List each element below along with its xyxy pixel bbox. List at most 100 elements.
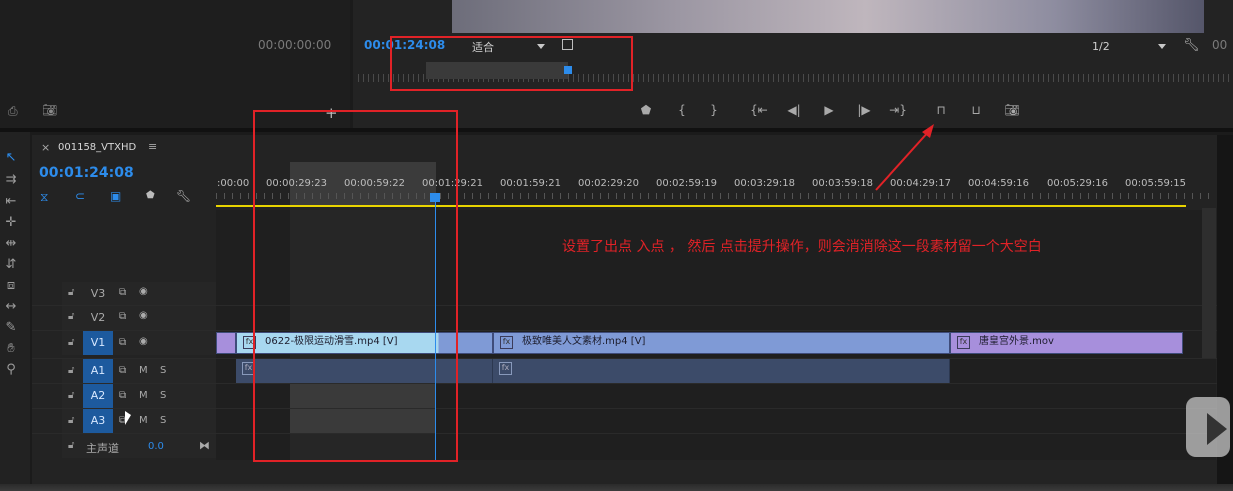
timeline-timecode[interactable]: 00:01:24:08 — [39, 165, 134, 181]
lock-icon[interactable]: 🔓︎ — [68, 415, 74, 426]
track-select-tool-icon[interactable]: ⇉ — [2, 172, 20, 187]
ruler-tick: 00:03:59:18 — [812, 178, 874, 189]
lock-icon[interactable]: 🔓︎ — [68, 440, 74, 451]
fx-badge-icon: fx — [500, 336, 513, 349]
sync-lock-icon[interactable]: ⧉ — [119, 390, 126, 401]
play-icon[interactable]: ▶ — [820, 103, 838, 117]
video-clip[interactable]: fx 唐皇宫外景.mov — [950, 332, 1183, 354]
pen-tool-icon[interactable]: ✎ — [2, 320, 20, 335]
track-divider — [32, 408, 1217, 409]
solo-button[interactable]: S — [160, 390, 166, 401]
ruler-tick: 00:01:59:21 — [500, 178, 562, 189]
bottom-edge — [0, 484, 1233, 491]
clip-label: 极致唯美人文素材.mp4 [V] — [522, 336, 646, 347]
go-to-end-icon[interactable]: ⧓ — [199, 439, 210, 452]
track-divider — [32, 433, 1217, 434]
master-volume-value[interactable]: 0.0 — [148, 441, 164, 452]
track-name-a2[interactable]: A2 — [83, 384, 113, 408]
clip-label: 唐皇宫外景.mov — [979, 336, 1054, 347]
video-clip[interactable] — [216, 332, 236, 354]
panel-divider[interactable] — [0, 128, 1233, 132]
slip-tool-icon[interactable]: ⧈ — [2, 278, 20, 293]
track-name-v3[interactable]: V3 — [83, 287, 113, 300]
marker-icon[interactable]: ⬟ — [146, 190, 155, 201]
track-divider — [32, 383, 1217, 384]
annotation-text: 设置了出点 入点 ， 然后 点击提升操作，则会消消除这一段素材留一个大空白 — [562, 239, 1042, 255]
hand-tool-icon[interactable]: ✋︎ — [2, 341, 20, 356]
mouse-cursor — [125, 411, 131, 425]
mark-in-icon[interactable]: { — [673, 103, 691, 117]
mute-button[interactable]: M — [139, 390, 148, 401]
chevron-down-icon[interactable] — [1158, 44, 1166, 49]
solo-button[interactable]: S — [160, 365, 166, 376]
fx-badge-icon: fx — [957, 336, 970, 349]
close-icon[interactable]: × — [41, 141, 50, 154]
lock-icon[interactable]: 🔓︎ — [68, 337, 74, 348]
eye-icon[interactable]: ◉ — [139, 336, 148, 347]
lock-icon[interactable]: 🔓︎ — [68, 311, 74, 322]
annotation-highlight-box — [390, 36, 633, 91]
master-track-label: 主声道 — [86, 442, 119, 455]
lock-icon[interactable]: 🔓︎ — [68, 365, 74, 376]
rate-stretch-tool-icon[interactable]: ⇹ — [2, 236, 20, 251]
rolling-edit-tool-icon[interactable]: ✛ — [2, 215, 20, 230]
snap-icon[interactable]: ⧖ — [40, 190, 48, 205]
marker-icon[interactable]: ⬟ — [637, 103, 655, 117]
sync-lock-icon[interactable]: ⧉ — [119, 337, 126, 348]
play-icon[interactable] — [1207, 413, 1227, 445]
video-preview — [452, 0, 1204, 33]
resolution-dropdown[interactable]: 1/2 — [1092, 40, 1110, 53]
annotation-highlight-box — [253, 110, 458, 462]
track-name-a1[interactable]: A1 — [83, 359, 113, 383]
track-name-a3[interactable]: A3 — [83, 409, 113, 433]
mute-button[interactable]: M — [139, 415, 148, 426]
ruler-tick: 00:05:29:16 — [1047, 178, 1109, 189]
ruler-tick: 00:02:59:19 — [656, 178, 718, 189]
go-to-in-icon[interactable]: {⇤ — [750, 103, 768, 117]
wrench-icon[interactable]: 🔧︎ — [1183, 38, 1200, 53]
sync-lock-icon[interactable]: ⧉ — [119, 365, 126, 376]
eye-icon[interactable]: ◉ — [139, 286, 148, 297]
linked-selection-icon[interactable]: ⊂ — [75, 189, 85, 203]
selection-tool-icon[interactable]: ↖ — [2, 150, 20, 165]
sequence-tab[interactable]: 001158_VTXHD — [58, 142, 136, 153]
razor-tool-icon[interactable]: ⇵ — [2, 257, 20, 272]
ruler-tick: 00:05:59:15 — [1125, 178, 1187, 189]
tools-panel: ↖ ⇉ ⇤ ✛ ⇹ ⇵ ⧈ ↔ ✎ ✋︎ ⚲ — [0, 132, 30, 491]
zoom-tool-icon[interactable]: ⚲ — [2, 362, 20, 377]
track-name-v2[interactable]: V2 — [83, 311, 113, 324]
export-frame-icon[interactable]: ⎙ — [8, 104, 18, 119]
annotation-arrow-icon — [875, 124, 934, 191]
camera-icon[interactable]: 📷︎ — [42, 103, 57, 117]
fx-badge-icon: fx — [499, 362, 512, 375]
lock-icon[interactable]: 🔓︎ — [68, 287, 74, 298]
go-to-out-icon[interactable]: ⇥} — [889, 103, 907, 117]
audio-clip[interactable]: fx — [493, 359, 950, 383]
track-divider — [32, 305, 1217, 306]
track-name-v1[interactable]: V1 — [83, 331, 113, 355]
step-back-icon[interactable]: ◀| — [785, 103, 803, 117]
export-frame-icon[interactable]: 📷︎ — [1003, 103, 1021, 117]
eye-icon[interactable]: ◉ — [139, 310, 148, 321]
mute-button[interactable]: M — [139, 365, 148, 376]
sync-lock-icon[interactable]: ⧉ — [119, 287, 126, 298]
mark-out-icon[interactable]: } — [705, 103, 723, 117]
lock-icon[interactable]: 🔓︎ — [68, 390, 74, 401]
wrench-icon[interactable]: 🔧︎ — [176, 189, 191, 203]
menu-icon[interactable]: ≡ — [148, 140, 157, 153]
add-marker-icon[interactable]: ▣ — [110, 189, 121, 203]
video-clip[interactable]: fx 极致唯美人文素材.mp4 [V] — [493, 332, 950, 354]
step-forward-icon[interactable]: |▶ — [855, 103, 873, 117]
source-timecode[interactable]: 00:00:00:00 — [258, 38, 331, 52]
extract-icon[interactable]: ⊔ — [967, 103, 985, 117]
lift-icon[interactable]: ⊓ — [932, 103, 950, 117]
track-divider — [32, 330, 1217, 331]
solo-button[interactable]: S — [160, 415, 166, 426]
ruler-tick: 00:04:59:16 — [968, 178, 1030, 189]
vertical-scrollbar[interactable] — [1202, 208, 1216, 358]
sync-lock-icon[interactable]: ⧉ — [119, 311, 126, 322]
duration-timecode: 00 — [1212, 38, 1228, 52]
ruler-tick: :00:00 — [217, 178, 250, 189]
slide-tool-icon[interactable]: ↔ — [2, 299, 20, 314]
ripple-edit-tool-icon[interactable]: ⇤ — [2, 194, 20, 209]
